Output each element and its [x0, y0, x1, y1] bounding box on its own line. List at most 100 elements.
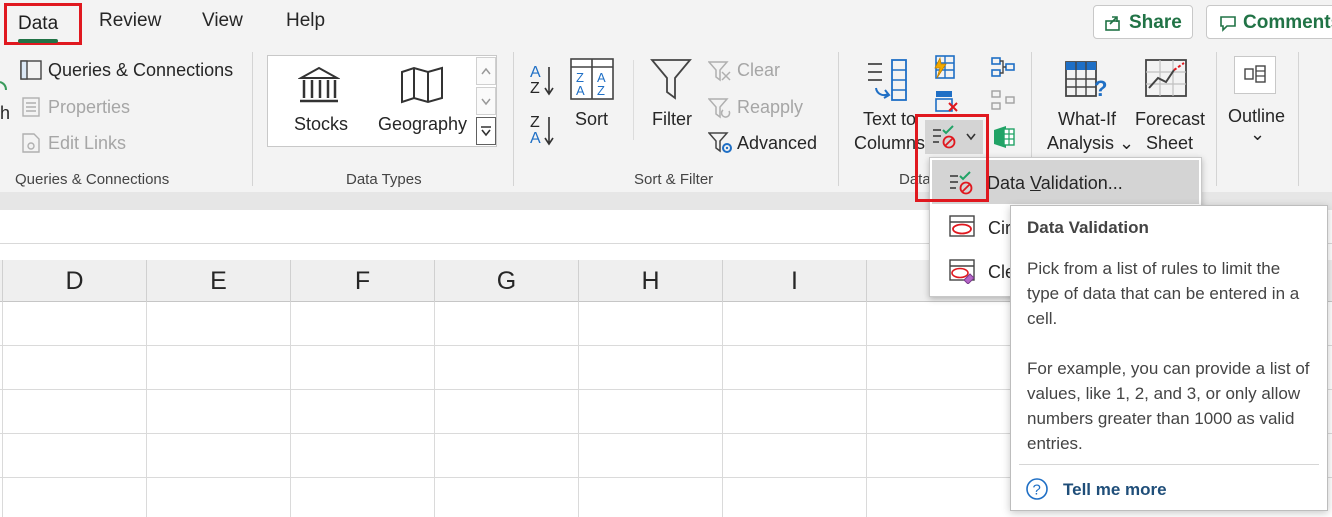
- gallery-more-button[interactable]: [476, 117, 496, 145]
- reapply-button[interactable]: Reapply: [706, 95, 816, 121]
- tooltip-paragraph-1: Pick from a list of rules to limit the t…: [1027, 259, 1300, 328]
- group-separator: [1216, 52, 1217, 186]
- properties-icon: [22, 97, 40, 117]
- forecast-sheet-button[interactable]: Forecast Sheet: [1132, 58, 1207, 154]
- column-header-e[interactable]: E: [146, 260, 290, 302]
- tooltip-paragraph-2: For example, you can provide a list of v…: [1027, 359, 1310, 453]
- sort-dialog-icon: Z A A Z: [570, 58, 614, 100]
- column-header-f[interactable]: F: [290, 260, 434, 302]
- column-header-h[interactable]: H: [578, 260, 722, 302]
- comments-label: Comments: [1243, 12, 1332, 33]
- tell-me-more-label: Tell me more: [1063, 480, 1167, 499]
- column-header-d[interactable]: D: [2, 260, 146, 302]
- share-icon: [1105, 16, 1120, 31]
- share-label: Share: [1129, 12, 1182, 33]
- tab-help[interactable]: Help: [286, 10, 325, 32]
- col-gridline: [146, 302, 147, 517]
- tab-review[interactable]: Review: [99, 10, 161, 32]
- reapply-icon: [708, 98, 731, 119]
- group-label-queries-connections: Queries & Connections: [15, 171, 170, 188]
- chevron-up-icon: [481, 67, 491, 75]
- stocks-button[interactable]: Stocks: [280, 62, 360, 142]
- forecast-line1: Forecast: [1135, 109, 1206, 129]
- filter-button[interactable]: Filter: [644, 58, 704, 134]
- group-label-data-types: Data Types: [346, 171, 422, 188]
- refresh-icon: [0, 81, 7, 91]
- data-model-icon[interactable]: [990, 124, 1016, 150]
- column-header-g[interactable]: G: [434, 260, 578, 302]
- tab-data[interactable]: Data: [4, 3, 82, 45]
- circle-invalid-data-icon: [949, 215, 975, 237]
- text-to-columns-line1: Text to: [863, 109, 917, 129]
- sort-button[interactable]: Z A A Z Sort: [568, 58, 618, 134]
- queries-connections-button[interactable]: Queries & Connections: [18, 58, 238, 84]
- svg-text:?: ?: [1094, 76, 1107, 101]
- clear-label: Clear: [737, 60, 781, 80]
- comment-icon: [1220, 16, 1236, 32]
- advanced-filter-icon: [708, 132, 732, 153]
- properties-button[interactable]: Properties: [18, 95, 138, 121]
- consolidate-icon[interactable]: [990, 89, 1016, 113]
- svg-text:?: ?: [1033, 482, 1041, 499]
- tab-view[interactable]: View: [202, 10, 243, 32]
- clear-filter-button[interactable]: Clear: [706, 58, 806, 84]
- comments-button[interactable]: Comments: [1206, 5, 1332, 39]
- advanced-filter-button[interactable]: Advanced: [706, 131, 826, 157]
- svg-text:Z: Z: [597, 83, 605, 98]
- column-header-i[interactable]: I: [722, 260, 866, 302]
- what-if-icon: ?: [1065, 61, 1107, 101]
- refresh-all-partial-label[interactable]: h: [0, 103, 10, 124]
- col-gridline: [578, 302, 579, 517]
- outline-icon-frame: [1234, 56, 1276, 94]
- help-icon: ?: [1026, 478, 1048, 500]
- advanced-label: Advanced: [737, 133, 818, 153]
- tooltip-title: Data Validation: [1027, 218, 1149, 237]
- sort-filter-divider: [633, 60, 634, 140]
- relationships-icon[interactable]: [990, 56, 1016, 78]
- col-gridline: [434, 302, 435, 517]
- clear-validation-circles-icon: [949, 259, 975, 284]
- geography-button[interactable]: Geography: [372, 62, 472, 142]
- filter-label: Filter: [652, 109, 692, 129]
- what-if-analysis-button[interactable]: ? What-If Analysis ⌄: [1044, 58, 1134, 154]
- what-if-line1: What-If: [1058, 109, 1117, 129]
- edit-links-button[interactable]: Edit Links: [18, 131, 138, 157]
- col-gridline: [866, 302, 867, 517]
- remove-duplicates-icon[interactable]: [934, 89, 960, 115]
- group-separator: [838, 52, 839, 186]
- reapply-label: Reapply: [737, 97, 804, 117]
- group-separator: [513, 52, 514, 186]
- map-icon: [401, 66, 443, 104]
- sort-z-to-a-button[interactable]: Z A: [528, 114, 558, 154]
- forecast-line2: Sheet: [1146, 133, 1194, 153]
- gallery-scroll-down[interactable]: [476, 87, 496, 115]
- active-tab-underline: [18, 39, 58, 43]
- properties-label: Properties: [48, 97, 131, 117]
- outline-button[interactable]: Outline ⌄: [1226, 56, 1290, 156]
- share-button[interactable]: Share: [1093, 5, 1193, 39]
- sort-asc-bottom-letter: Z: [530, 80, 540, 97]
- col-gridline: [722, 302, 723, 517]
- edit-links-label: Edit Links: [48, 133, 127, 153]
- arrow-down-icon: [544, 117, 554, 146]
- flash-fill-icon[interactable]: [932, 54, 958, 80]
- tooltip-divider: [1019, 464, 1319, 465]
- stocks-label: Stocks: [294, 114, 349, 134]
- stocks-icon: [298, 66, 340, 103]
- text-to-columns-icon: [868, 59, 907, 101]
- edit-links-icon: [22, 133, 40, 153]
- ribbon-tab-bar: Data Review View Help Share Comments: [0, 0, 1332, 48]
- sort-a-to-z-button[interactable]: A Z: [528, 64, 558, 104]
- tell-me-more-link[interactable]: ? Tell me more: [1025, 475, 1225, 505]
- tab-data-label: Data: [18, 13, 59, 34]
- menu-item-data-validation-label: Data Validation...: [987, 173, 1123, 193]
- more-icon: [481, 126, 491, 137]
- svg-text:A: A: [576, 83, 585, 98]
- sort-desc-bottom-letter: A: [530, 130, 541, 147]
- col-gridline: [290, 302, 291, 517]
- chevron-down-icon: [481, 98, 491, 106]
- data-validation-tooltip: Data Validation Pick from a list of rule…: [1010, 205, 1328, 511]
- text-to-columns-button[interactable]: Text to Columns: [850, 58, 925, 154]
- queries-connections-icon: [20, 60, 42, 80]
- gallery-scroll-up[interactable]: [476, 57, 496, 85]
